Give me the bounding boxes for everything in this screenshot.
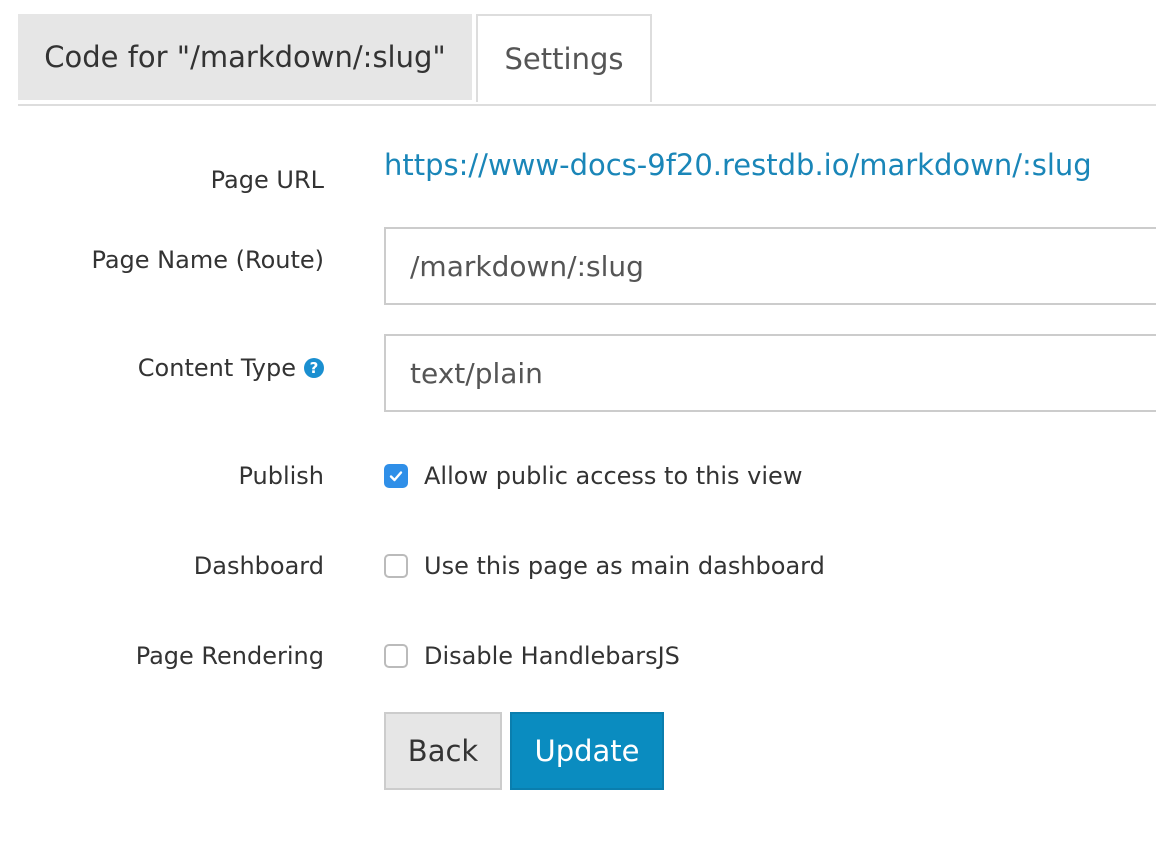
- page-name-input[interactable]: [384, 227, 1156, 305]
- publish-checkbox-label[interactable]: Allow public access to this view: [424, 462, 802, 490]
- dashboard-label: Dashboard: [193, 552, 324, 580]
- tab-bar: Code for "/markdown/:slug" Settings: [18, 14, 1156, 106]
- page-name-label: Page Name (Route): [91, 246, 324, 274]
- dashboard-checkbox[interactable]: [384, 554, 408, 578]
- page-rendering-option: Disable HandlebarsJS: [384, 642, 680, 670]
- page-rendering-checkbox-label[interactable]: Disable HandlebarsJS: [424, 642, 680, 670]
- back-button[interactable]: Back: [384, 712, 502, 790]
- page-url-label: Page URL: [210, 166, 324, 194]
- content-type-label: Content Type: [137, 354, 296, 382]
- publish-option: Allow public access to this view: [384, 462, 802, 490]
- page-rendering-label: Page Rendering: [135, 642, 324, 670]
- page-rendering-checkbox[interactable]: [384, 644, 408, 668]
- publish-label: Publish: [238, 462, 324, 490]
- dashboard-option: Use this page as main dashboard: [384, 552, 825, 580]
- update-button[interactable]: Update: [510, 712, 664, 790]
- tab-settings[interactable]: Settings: [476, 14, 652, 102]
- content-type-label-row: Content Type ?: [138, 354, 324, 382]
- dashboard-checkbox-label[interactable]: Use this page as main dashboard: [424, 552, 825, 580]
- page-url-link[interactable]: https://www-docs-9f20.restdb.io/markdown…: [384, 148, 1092, 182]
- question-circle-icon[interactable]: ?: [304, 358, 324, 378]
- tab-code[interactable]: Code for "/markdown/:slug": [18, 14, 472, 100]
- publish-checkbox[interactable]: [384, 464, 408, 488]
- checkmark-icon: [389, 471, 403, 482]
- content-type-input[interactable]: [384, 334, 1156, 412]
